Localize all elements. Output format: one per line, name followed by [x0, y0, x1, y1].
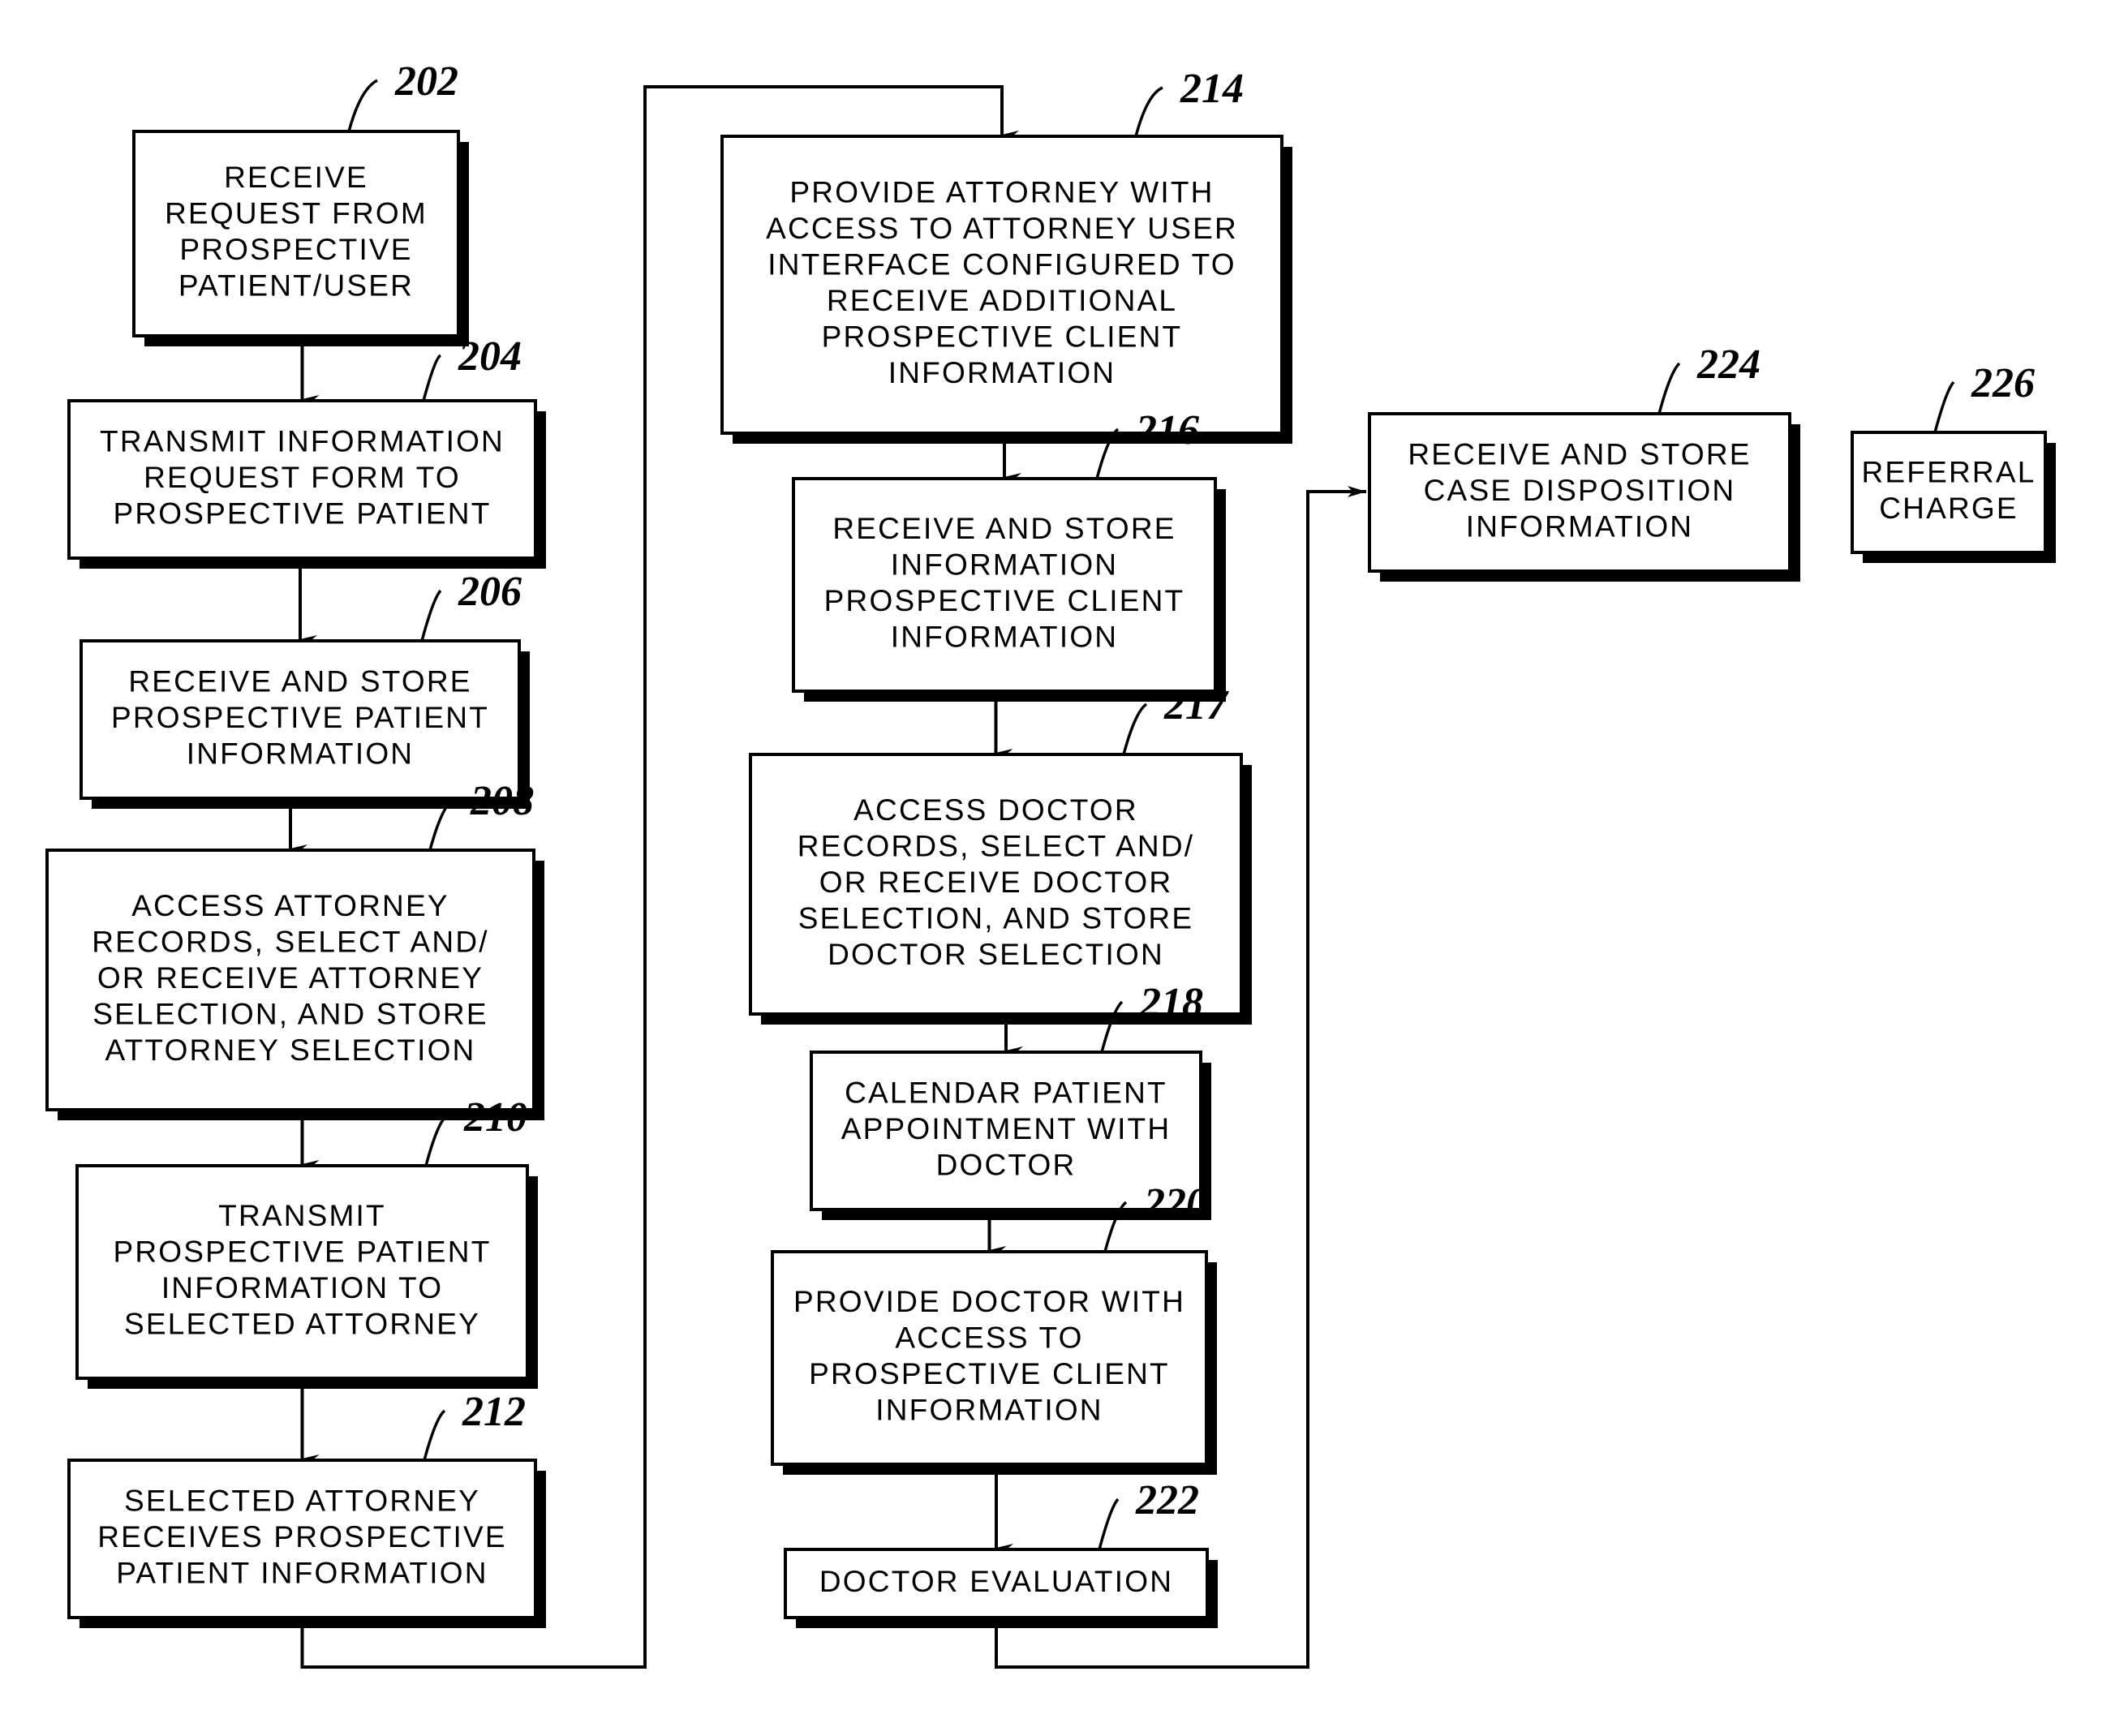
flow-box-text-line: REQUEST FROM [165, 197, 428, 230]
flow-box-referral-charge: REFERRALCHARGE [1851, 431, 2056, 563]
flow-box-text-line: PATIENT INFORMATION [116, 1556, 488, 1589]
reference-numeral-218: 218 [1139, 980, 1203, 1026]
reference-numeral-216: 216 [1135, 407, 1199, 453]
flow-box-text-line: SELECTION, AND STORE [92, 997, 488, 1030]
leader-line [1134, 86, 1163, 137]
flow-box-text-line: PROSPECTIVE CLIENT [824, 584, 1185, 617]
reference-numeral-226: 226 [1971, 360, 2035, 406]
leader-line [423, 1409, 446, 1461]
flow-box-provide-attorney-access-ui: PROVIDE ATTORNEY WITHACCESS TO ATTORNEY … [720, 135, 1292, 444]
ref-label-group-224: 224 [1657, 342, 1761, 415]
flow-box-text-line: RECEIVE AND STORE [128, 664, 471, 698]
flow-box-text-line: TRANSMIT INFORMATION [100, 424, 505, 458]
flow-box-text-line: PROVIDE ATTORNEY WITH [789, 176, 1214, 209]
flow-box-text-line: PROSPECTIVE CLIENT [822, 320, 1183, 354]
flow-box-text-line: INFORMATION [891, 621, 1118, 654]
flow-box-text-line: DOCTOR SELECTION [828, 938, 1164, 971]
ref-label-group-206: 206 [420, 569, 522, 642]
flowchart-canvas: RECEIVEREQUEST FROMPROSPECTIVEPATIENT/US… [45, 58, 2056, 1669]
leader-line [1098, 1498, 1120, 1550]
flow-box-text-line: INFORMATION [1466, 509, 1693, 543]
reference-numeral-220: 220 [1143, 1180, 1207, 1227]
ref-label-group-226: 226 [1933, 360, 2035, 433]
leader-line [1657, 362, 1681, 415]
flow-box-receive-request: RECEIVEREQUEST FROMPROSPECTIVEPATIENT/US… [132, 130, 469, 346]
flow-box-text-line: RECEIVE AND STORE [1408, 437, 1751, 471]
flow-box-text-line: SELECTION, AND STORE [798, 901, 1193, 935]
flow-box-text-line: OR RECEIVE ATTORNEY [97, 961, 484, 995]
flow-box-text-line: PROSPECTIVE [179, 233, 412, 266]
flow-box-text-line: ACCESS TO [895, 1321, 1083, 1355]
flow-box-text-line: CALENDAR PATIENT [845, 1076, 1167, 1109]
flow-box-text-line: DOCTOR [936, 1148, 1077, 1181]
flow-box-doctor-evaluation: DOCTOR EVALUATION [784, 1548, 1218, 1628]
flow-box-text-line: SELECTED ATTORNEY [124, 1484, 480, 1517]
flow-box-text-line: TRANSMIT [218, 1199, 386, 1232]
flow-box-transmit-info-request-form: TRANSMIT INFORMATIONREQUEST FORM TOPROSP… [67, 399, 546, 569]
flow-box-text-line: PROSPECTIVE PATIENT [111, 701, 489, 734]
flow-box-text-line: PROSPECTIVE PATIENT [114, 496, 492, 530]
flow-box-transmit-patient-info-to-attorney: TRANSMITPROSPECTIVE PATIENTINFORMATION T… [75, 1164, 538, 1389]
flow-box-access-attorney-records: ACCESS ATTORNEYRECORDS, SELECT AND/OR RE… [45, 849, 544, 1120]
flow-box-text-line: ACCESS TO ATTORNEY USER [766, 212, 1238, 245]
reference-numeral-214: 214 [1180, 66, 1244, 112]
flow-box-text-line: PROVIDE DOCTOR WITH [793, 1285, 1185, 1318]
reference-numeral-224: 224 [1696, 342, 1761, 388]
reference-numeral-208: 208 [470, 778, 534, 824]
ref-label-group-214: 214 [1134, 66, 1244, 137]
flow-box-text-line: INFORMATION [891, 548, 1118, 582]
flow-box-text-line: ACCESS DOCTOR [853, 793, 1138, 827]
flow-box-text-line: ACCESS ATTORNEY [131, 889, 449, 922]
flow-box-receive-store-patient-info: RECEIVE AND STOREPROSPECTIVE PATIENTINFO… [80, 639, 530, 809]
flow-box-text-line: DOCTOR EVALUATION [819, 1565, 1173, 1598]
ref-label-group-202: 202 [347, 58, 458, 132]
flow-box-provide-doctor-access-client-info: PROVIDE DOCTOR WITHACCESS TOPROSPECTIVE … [771, 1250, 1217, 1475]
flow-box-text-line: APPOINTMENT WITH [841, 1112, 1172, 1145]
flow-box-text-line: INTERFACE CONFIGURED TO [767, 248, 1236, 281]
leader-line [347, 79, 378, 132]
leader-line [420, 589, 442, 642]
leader-line [424, 1115, 448, 1167]
ref-label-group-212: 212 [423, 1389, 526, 1461]
flow-box-text-line: CASE DISPOSITION [1424, 474, 1736, 507]
flow-box-text-line: PATIENT/USER [178, 269, 414, 303]
flow-box-text-line: INFORMATION [187, 737, 414, 770]
flow-box-text-line: CHARGE [1879, 492, 2019, 525]
leader-line [1933, 380, 1955, 433]
flow-box-text-line: REFERRAL [1862, 456, 2036, 489]
flow-box-text-line: OR RECEIVE DOCTOR [819, 866, 1173, 899]
flow-box-attorney-receives-patient-info: SELECTED ATTORNEYRECEIVES PROSPECTIVEPAT… [67, 1459, 546, 1628]
flow-box-text-line: INFORMATION [888, 356, 1116, 389]
reference-numeral-212: 212 [462, 1389, 526, 1435]
flow-box-text-line: RECORDS, SELECT AND/ [798, 829, 1194, 862]
reference-numeral-206: 206 [458, 569, 522, 615]
reference-numeral-202: 202 [394, 58, 458, 105]
flow-box-text-line: ATTORNEY SELECTION [105, 1033, 476, 1067]
flow-box-receive-store-case-disposition: RECEIVE AND STORECASE DISPOSITIONINFORMA… [1368, 412, 1800, 582]
patent-flowchart: RECEIVE REQUEST FROM PROSPECTIVE PATIENT/US… [0, 0, 2111, 1736]
flow-box-text-line: REQUEST FORM TO [144, 461, 461, 494]
flow-box-text-line: INFORMATION [875, 1394, 1103, 1427]
leader-line [422, 354, 442, 402]
reference-numeral-222: 222 [1135, 1477, 1199, 1523]
flow-box-text-line: PROSPECTIVE PATIENT [114, 1235, 492, 1269]
flow-box-text-line: INFORMATION TO [161, 1271, 443, 1304]
reference-numeral-204: 204 [458, 333, 522, 380]
flow-box-text-line: PROSPECTIVE CLIENT [809, 1357, 1170, 1390]
flow-box-text-line: RECEIVE AND STORE [832, 512, 1176, 545]
flow-box-text-line: RECEIVES PROSPECTIVE [97, 1520, 507, 1553]
flow-box-receive-store-client-info: RECEIVE AND STOREINFORMATIONPROSPECTIVE … [792, 477, 1226, 702]
leader-line [1122, 703, 1148, 755]
flow-box-text-line: RECEIVE [224, 161, 368, 194]
ref-label-group-222: 222 [1098, 1477, 1199, 1550]
reference-numeral-217: 217 [1163, 682, 1229, 728]
reference-numeral-210: 210 [463, 1094, 527, 1141]
flow-box-text-line: RECORDS, SELECT AND/ [92, 925, 488, 958]
flow-box-text-line: RECEIVE ADDITIONAL [827, 284, 1177, 317]
flow-box-text-line: SELECTED ATTORNEY [124, 1308, 480, 1341]
